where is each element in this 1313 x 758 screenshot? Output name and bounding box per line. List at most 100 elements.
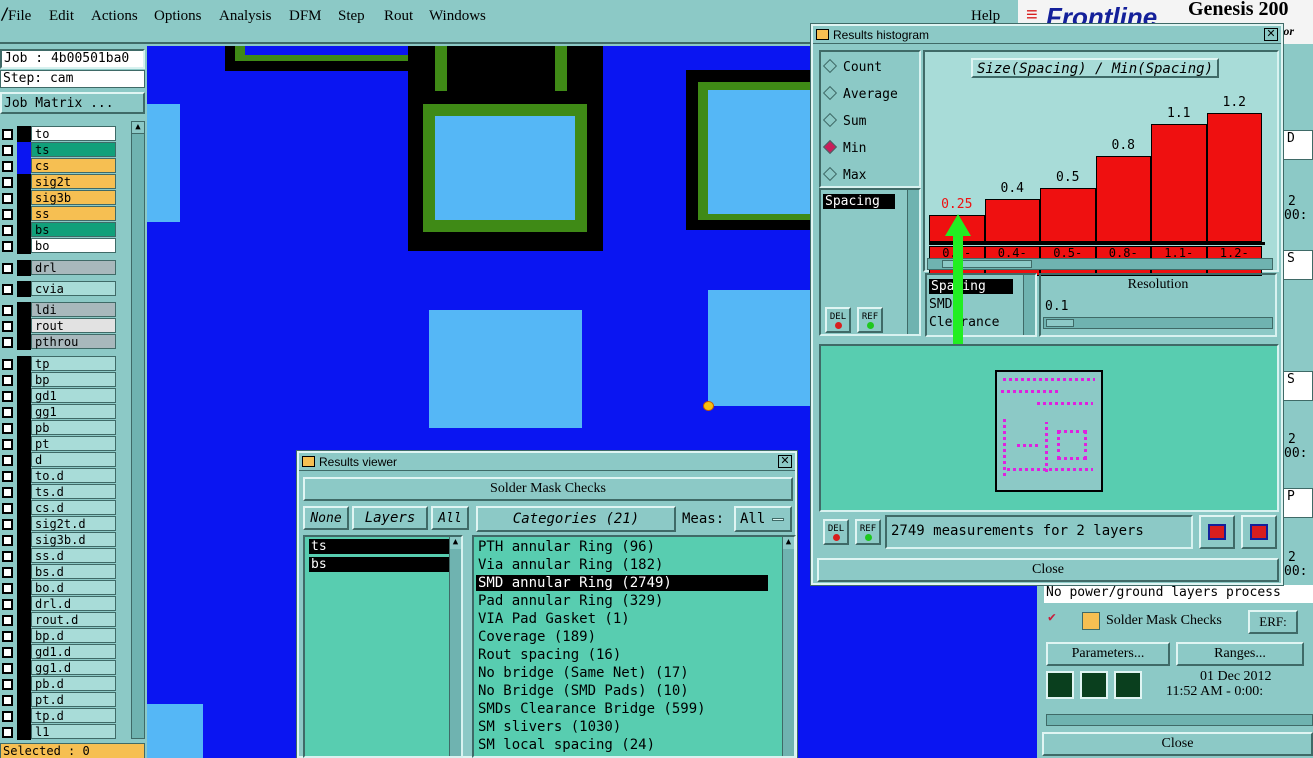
- layer-color-swatch[interactable]: [17, 318, 31, 334]
- layer-row[interactable]: ss.d: [0, 548, 117, 564]
- layer-checkbox[interactable]: [2, 711, 13, 722]
- layer-color-swatch[interactable]: [17, 628, 31, 644]
- layer-row[interactable]: bo.d: [0, 580, 117, 596]
- layer-color-swatch[interactable]: [17, 692, 31, 708]
- chart-scrollbar[interactable]: [927, 258, 1273, 270]
- layer-color-swatch[interactable]: [17, 612, 31, 628]
- layer-color-swatch[interactable]: [17, 238, 31, 254]
- layer-checkbox[interactable]: [2, 391, 13, 402]
- histogram-bar[interactable]: [1095, 156, 1151, 242]
- layer-checkbox[interactable]: [2, 375, 13, 386]
- layer-checkbox[interactable]: [2, 663, 13, 674]
- layer-row[interactable]: drl.d: [0, 596, 117, 612]
- layer-color-swatch[interactable]: [17, 708, 31, 724]
- layer-row[interactable]: bo: [0, 238, 117, 254]
- menu-dfm[interactable]: DFM: [289, 8, 322, 25]
- layer-color-swatch[interactable]: [17, 372, 31, 388]
- histogram-bar[interactable]: [1151, 124, 1207, 242]
- scroll-up-icon[interactable]: ▲: [450, 537, 461, 549]
- mode-sum[interactable]: Sum: [822, 112, 866, 129]
- layer-color-swatch[interactable]: [17, 564, 31, 580]
- layer-row[interactable]: gg1: [0, 404, 117, 420]
- layer-row[interactable]: pt: [0, 436, 117, 452]
- layer-color-swatch[interactable]: [17, 500, 31, 516]
- category-item[interactable]: SMDs Clearance Bridge (599): [476, 701, 768, 717]
- slider-thumb[interactable]: [1046, 319, 1074, 327]
- none-button[interactable]: None: [303, 506, 349, 530]
- layer-row[interactable]: tp.d: [0, 708, 117, 724]
- layer-color-swatch[interactable]: [17, 644, 31, 660]
- window-menu-icon[interactable]: [302, 456, 315, 467]
- ref-button[interactable]: REF: [855, 519, 881, 545]
- layer-color-swatch[interactable]: [17, 142, 31, 158]
- layer-row[interactable]: sig2t: [0, 174, 117, 190]
- scroll-up-icon[interactable]: ▲: [132, 122, 144, 134]
- layer-checkbox[interactable]: [2, 161, 13, 172]
- layer-color-swatch[interactable]: [17, 260, 31, 276]
- layer-row[interactable]: ldi: [0, 302, 117, 318]
- layer-color-swatch[interactable]: [17, 596, 31, 612]
- layer-color-swatch[interactable]: [17, 388, 31, 404]
- category-item[interactable]: Via annular Ring (182): [476, 557, 768, 573]
- category-item[interactable]: No bridge (Same Net) (17): [476, 665, 768, 681]
- layer-row[interactable]: gd1.d: [0, 644, 117, 660]
- histogram-bar[interactable]: [984, 199, 1040, 242]
- all-button[interactable]: All: [431, 506, 469, 530]
- layer-color-swatch[interactable]: [17, 420, 31, 436]
- menu-windows[interactable]: Windows: [429, 8, 486, 25]
- layer-checkbox[interactable]: [2, 471, 13, 482]
- layer-checkbox[interactable]: [2, 647, 13, 658]
- layer-color-swatch[interactable]: [17, 356, 31, 372]
- radio-diamond-icon[interactable]: [822, 112, 838, 128]
- layer-row[interactable]: rout.d: [0, 612, 117, 628]
- mode-max[interactable]: Max: [822, 166, 866, 183]
- layer-checkbox[interactable]: [2, 423, 13, 434]
- layer-checkbox[interactable]: [2, 567, 13, 578]
- layer-color-swatch[interactable]: [17, 516, 31, 532]
- layer-checkbox[interactable]: [2, 177, 13, 188]
- layer-row[interactable]: to.d: [0, 468, 117, 484]
- category-item[interactable]: Coverage (189): [476, 629, 768, 645]
- run-icon[interactable]: [1080, 671, 1108, 699]
- layer-color-swatch[interactable]: [17, 660, 31, 676]
- layer-row[interactable]: cs: [0, 158, 117, 174]
- category-item[interactable]: Rout spacing (16): [476, 647, 768, 663]
- layer-color-swatch[interactable]: [17, 436, 31, 452]
- run-icon[interactable]: [1114, 671, 1142, 699]
- menu-step[interactable]: Step: [338, 8, 365, 25]
- category-item[interactable]: SMD annular Ring (2749): [476, 575, 768, 591]
- layer-color-swatch[interactable]: [17, 676, 31, 692]
- category-item[interactable]: VIA Pad Gasket (1): [476, 611, 768, 627]
- layer-row[interactable]: ts.d: [0, 484, 117, 500]
- layer-result-item[interactable]: ts: [309, 539, 449, 554]
- resolution-slider[interactable]: [1043, 317, 1273, 329]
- layer-checkbox[interactable]: [2, 407, 13, 418]
- horizontal-scrollbar[interactable]: [1046, 714, 1313, 726]
- layer-row[interactable]: gd1: [0, 388, 117, 404]
- layer-row[interactable]: bp.d: [0, 628, 117, 644]
- layer-checkbox[interactable]: [2, 337, 13, 348]
- layer-row[interactable]: bs.d: [0, 564, 117, 580]
- layer-color-swatch[interactable]: [17, 126, 31, 142]
- category-item[interactable]: SM local spacing (24): [476, 737, 768, 753]
- category-item[interactable]: No Bridge (SMD Pads) (10): [476, 683, 768, 699]
- layer-row[interactable]: pb: [0, 420, 117, 436]
- histogram-bar[interactable]: [1040, 188, 1096, 242]
- layer-checkbox[interactable]: [2, 263, 13, 274]
- close-icon[interactable]: ✕: [778, 455, 792, 468]
- layer-row[interactable]: pthrou: [0, 334, 117, 350]
- measure-scrollbar[interactable]: [1023, 275, 1035, 335]
- layer-checkbox[interactable]: [2, 631, 13, 642]
- layer-row[interactable]: cs.d: [0, 500, 117, 516]
- layer-checkbox[interactable]: [2, 225, 13, 236]
- radio-diamond-selected-icon[interactable]: [822, 139, 838, 155]
- layer-checkbox[interactable]: [2, 129, 13, 140]
- menu-file[interactable]: File: [8, 8, 31, 25]
- layer-row[interactable]: d: [0, 452, 117, 468]
- layer-checkbox[interactable]: [2, 535, 13, 546]
- layer-color-swatch[interactable]: [17, 404, 31, 420]
- layer-color-swatch[interactable]: [17, 532, 31, 548]
- layer-list-scrollbar[interactable]: ▲: [131, 121, 145, 739]
- radio-diamond-icon[interactable]: [822, 166, 838, 182]
- layer-checkbox[interactable]: [2, 519, 13, 530]
